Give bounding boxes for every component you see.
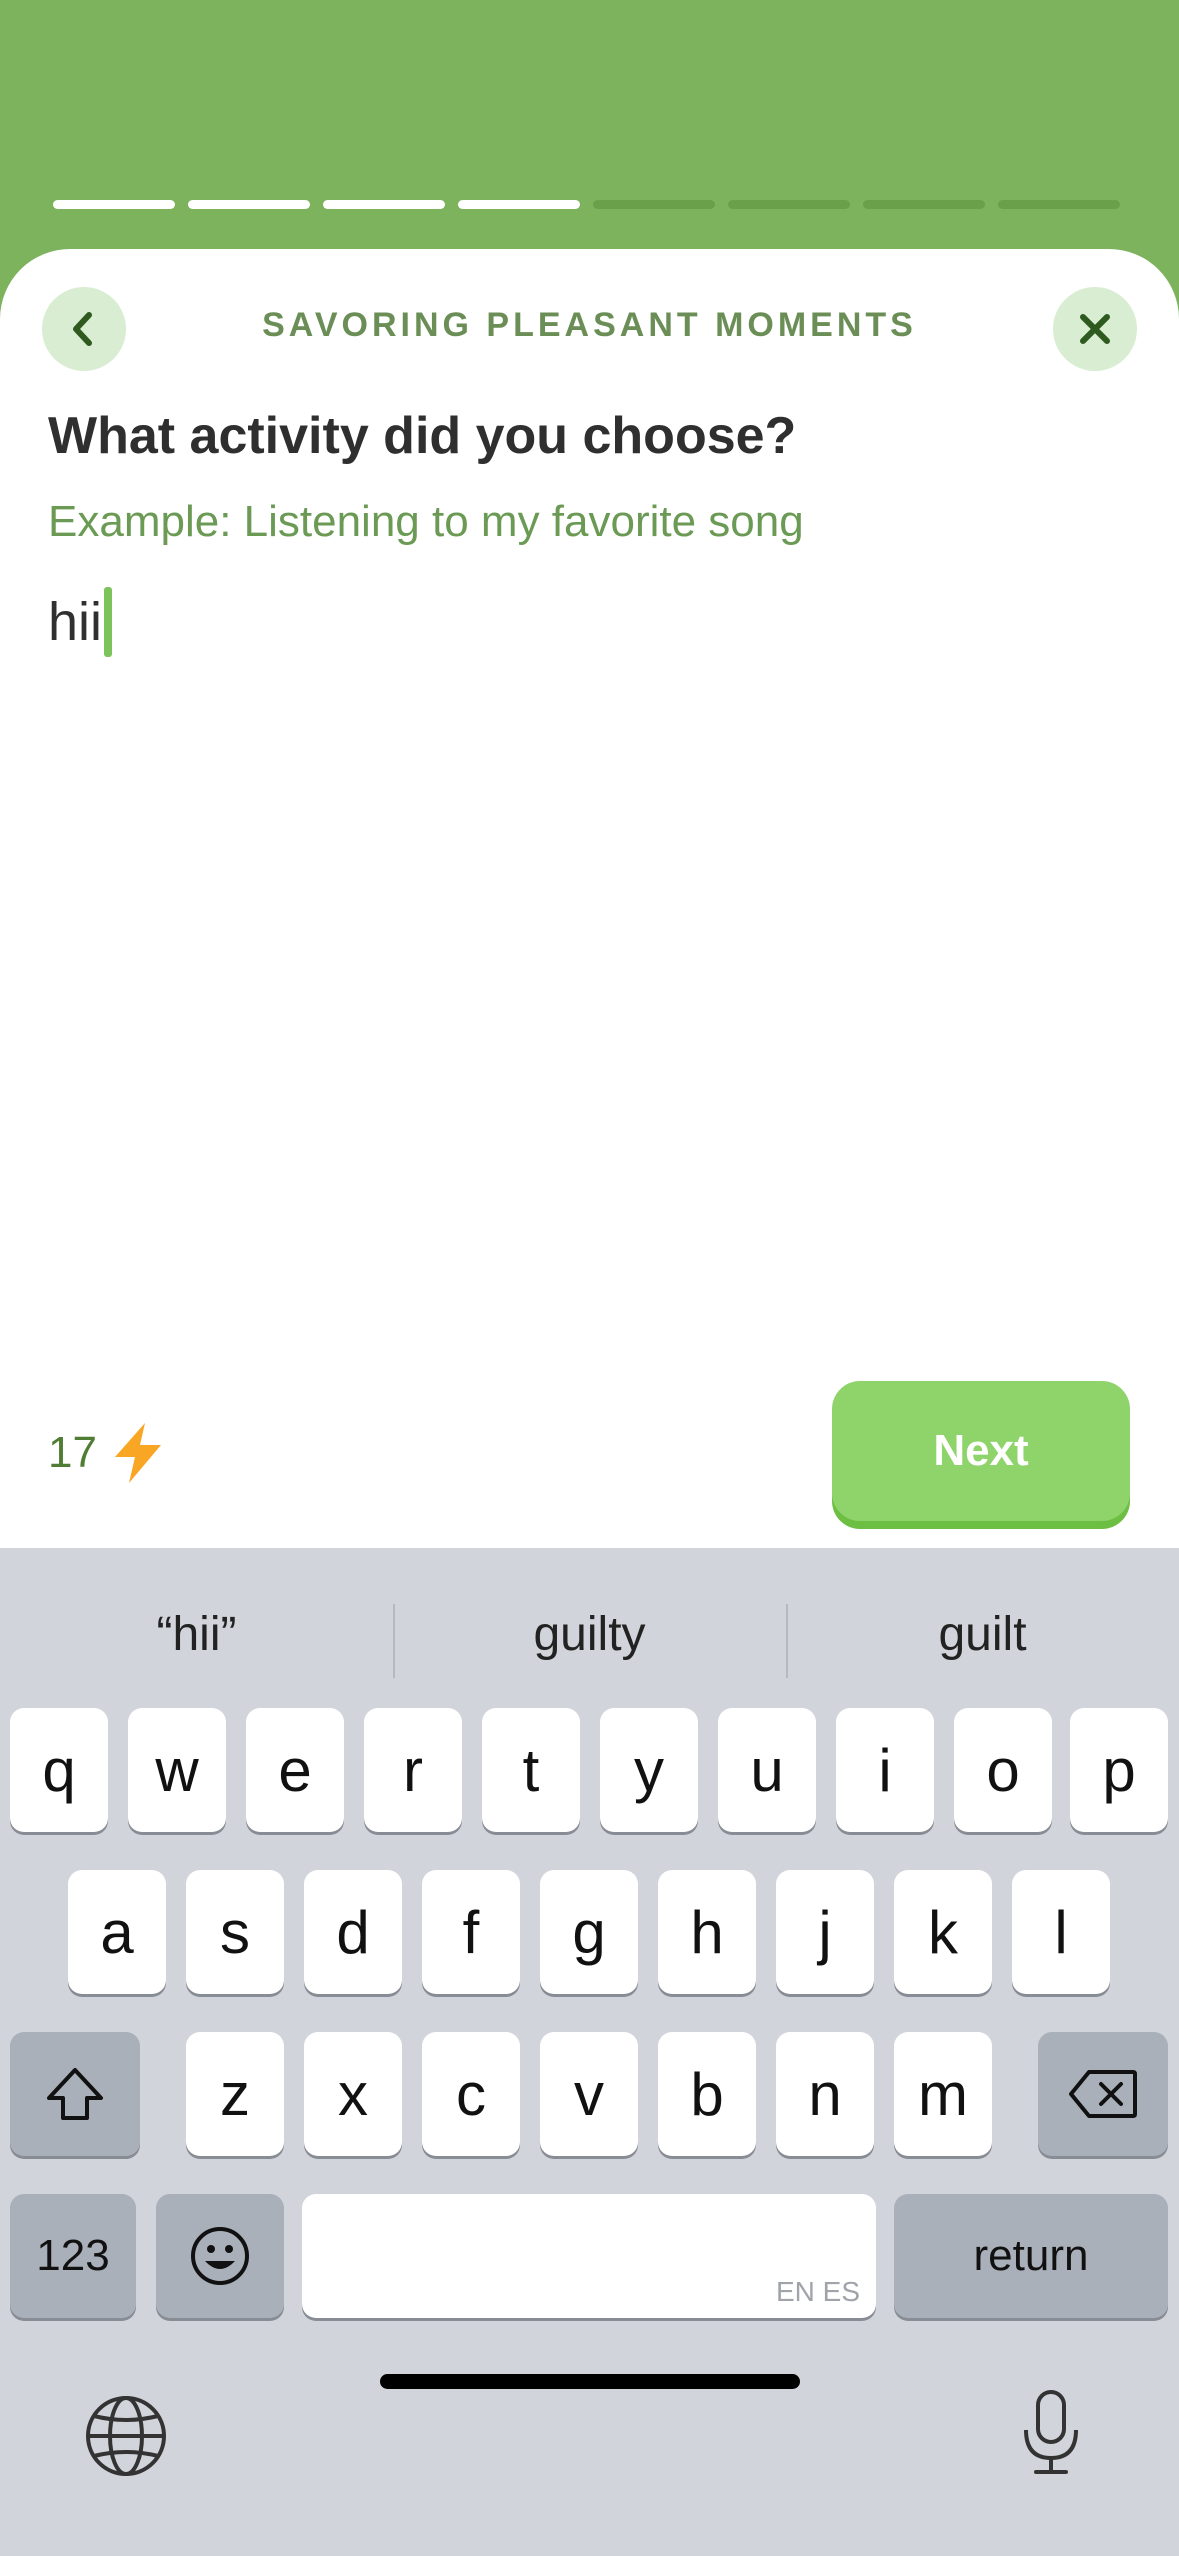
language-hint: EN ES — [775, 2276, 860, 2307]
progress-segment — [188, 200, 310, 209]
emoji-icon — [191, 2227, 249, 2285]
key-y[interactable]: y — [600, 1708, 698, 1832]
page-title: SAVORING PLEASANT MOMENTS — [262, 306, 917, 344]
next-button[interactable]: Next — [832, 1381, 1130, 1521]
key-m[interactable]: m — [894, 2032, 992, 2156]
backspace-icon — [1069, 2070, 1137, 2118]
screen: SAVORING PLEASANT MOMENTS What activity … — [0, 0, 1179, 2556]
key-a[interactable]: a — [68, 1870, 166, 1994]
answer-input[interactable]: hii — [48, 587, 113, 657]
key-x[interactable]: x — [304, 2032, 402, 2156]
key-r[interactable]: r — [364, 1708, 462, 1832]
shift-key[interactable] — [10, 2032, 140, 2156]
key-h[interactable]: h — [658, 1870, 756, 1994]
globe-button[interactable] — [84, 2394, 168, 2483]
key-i[interactable]: i — [836, 1708, 934, 1832]
key-z[interactable]: z — [186, 2032, 284, 2156]
key-b[interactable]: b — [658, 2032, 756, 2156]
dictation-button[interactable] — [1018, 2388, 1084, 2483]
key-p[interactable]: p — [1070, 1708, 1168, 1832]
progress-segment — [728, 200, 850, 209]
key-e[interactable]: e — [246, 1708, 344, 1832]
key-u[interactable]: u — [718, 1708, 816, 1832]
progress-segment — [53, 200, 175, 209]
progress-segment — [323, 200, 445, 209]
text-caret — [104, 587, 113, 657]
key-g[interactable]: g — [540, 1870, 638, 1994]
globe-icon — [86, 2396, 166, 2476]
close-button[interactable] — [1053, 287, 1137, 371]
key-c[interactable]: c — [422, 2032, 520, 2156]
key-q[interactable]: q — [10, 1708, 108, 1832]
key-t[interactable]: t — [482, 1708, 580, 1832]
key-w[interactable]: w — [128, 1708, 226, 1832]
key-n[interactable]: n — [776, 2032, 874, 2156]
key-d[interactable]: d — [304, 1870, 402, 1994]
emoji-key[interactable] — [156, 2194, 284, 2318]
content-sheet: SAVORING PLEASANT MOMENTS What activity … — [0, 249, 1179, 1549]
suggestion-item[interactable]: guilt — [786, 1584, 1179, 1684]
shift-icon — [47, 2068, 103, 2120]
progress-segment — [998, 200, 1120, 209]
return-key[interactable]: return — [894, 2194, 1168, 2318]
suggestion-item[interactable]: guilty — [393, 1584, 786, 1684]
lightning-icon — [114, 1423, 161, 1483]
progress-bar — [53, 200, 1120, 209]
space-key[interactable]: EN ES — [302, 2194, 876, 2318]
key-f[interactable]: f — [422, 1870, 520, 1994]
microphone-icon — [1024, 2390, 1078, 2474]
example-hint: Example: Listening to my favorite song — [48, 497, 804, 546]
numbers-key[interactable]: 123 — [10, 2194, 136, 2318]
energy-count: 17 — [48, 1428, 97, 1477]
answer-text: hii — [48, 592, 103, 652]
header — [0, 0, 1179, 260]
suggestion-item[interactable]: “hii” — [0, 1584, 393, 1684]
key-o[interactable]: o — [954, 1708, 1052, 1832]
key-k[interactable]: k — [894, 1870, 992, 1994]
close-icon — [1080, 314, 1110, 344]
energy-counter: 17 — [48, 1421, 167, 1485]
key-l[interactable]: l — [1012, 1870, 1110, 1994]
progress-segment — [458, 200, 580, 209]
key-j[interactable]: j — [776, 1870, 874, 1994]
delete-key[interactable] — [1038, 2032, 1168, 2156]
key-v[interactable]: v — [540, 2032, 638, 2156]
question-heading: What activity did you choose? — [48, 407, 797, 465]
home-indicator[interactable] — [380, 2374, 800, 2389]
key-s[interactable]: s — [186, 1870, 284, 1994]
keyboard: “hii” guilty guilt q w e r t y u i o p a… — [0, 1548, 1179, 2556]
suggestion-bar: “hii” guilty guilt — [0, 1584, 1179, 1684]
progress-segment — [863, 200, 985, 209]
progress-segment — [593, 200, 715, 209]
